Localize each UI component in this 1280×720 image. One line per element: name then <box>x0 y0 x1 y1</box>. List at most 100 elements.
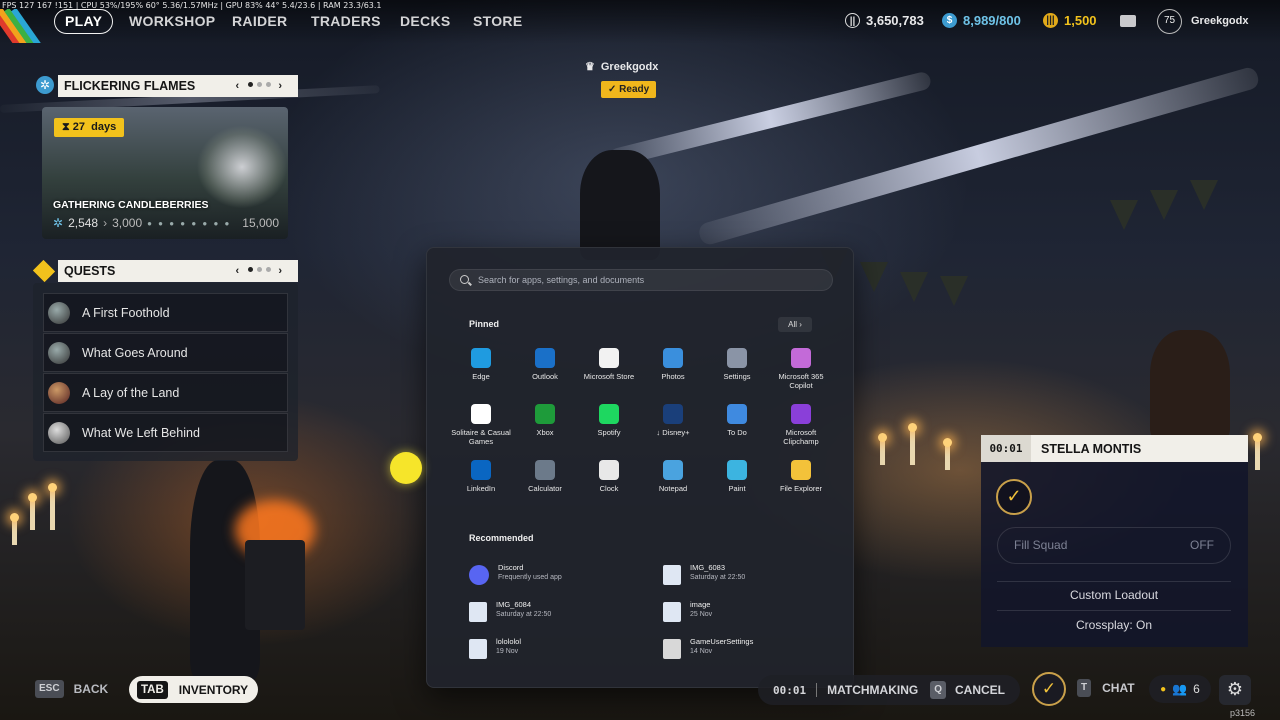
recommended-item[interactable]: IMG_6083 Saturday at 22:50 <box>663 563 745 585</box>
recommended-item[interactable]: IMG_6084 Saturday at 22:50 <box>469 600 551 622</box>
nav-raider-tab[interactable]: RAIDER <box>232 13 287 29</box>
event-card[interactable]: ⧗ 27 days GATHERING CANDLEBERRIES ✲ 2,54… <box>42 107 288 239</box>
ready-check-icon[interactable]: ✓ <box>1032 672 1066 706</box>
cancel-button[interactable]: CANCEL <box>955 683 1005 697</box>
party-member-name: ♛ Greekgodx <box>585 60 659 74</box>
pinned-app-clock[interactable]: Clock <box>577 460 641 493</box>
quest-item[interactable]: A Lay of the Land <box>43 373 288 412</box>
ready-check-icon: ✓ <box>996 479 1032 515</box>
fire-barrel <box>245 540 305 630</box>
image-file-icon <box>663 565 681 585</box>
folder-icon <box>791 460 811 480</box>
chat-button[interactable]: T CHAT <box>1077 679 1135 697</box>
performance-overlay: FPS 127 167 !151 | CPU 53%/195% 60° 5.36… <box>2 1 382 10</box>
custom-loadout-button[interactable]: Custom Loadout <box>997 588 1231 602</box>
esc-key: ESC <box>35 680 64 698</box>
quest-giver-avatar <box>48 301 70 324</box>
pinned-app-settings[interactable]: Settings <box>705 348 769 381</box>
player-name[interactable]: Greekgodx <box>1191 15 1248 27</box>
event-pager[interactable]: ‹ › <box>236 75 284 97</box>
nav-play-tab[interactable]: PLAY <box>54 9 114 34</box>
game-logo <box>0 9 44 43</box>
settings-gear-icon[interactable]: ⚙ <box>1219 675 1251 705</box>
windows-start-menu: Search for apps, settings, and documents… <box>426 247 854 688</box>
recommended-item[interactable]: image 25 Nov <box>663 600 712 622</box>
candleberry-icon: ✲ <box>53 216 64 230</box>
copilot-icon <box>791 348 811 368</box>
quests-pager[interactable]: ‹ › <box>236 260 284 282</box>
matchmaking-label: MATCHMAKING <box>827 683 919 697</box>
player-level-badge[interactable]: 75 <box>1157 9 1182 34</box>
search-icon <box>460 275 469 284</box>
recommended-item[interactable]: GameUserSettings 14 Nov <box>663 637 753 659</box>
coin-icon: || <box>845 13 860 28</box>
pinned-app-calculator[interactable]: Calculator <box>513 460 577 493</box>
candle <box>943 438 952 470</box>
recommended-item[interactable]: lolololol 19 Nov <box>469 637 521 659</box>
quest-item[interactable]: A First Foothold <box>43 293 288 332</box>
event-header: FLICKERING FLAMES ‹ › <box>58 75 298 97</box>
event-gear-icon: ✲ <box>36 76 54 94</box>
pinned-app-paint[interactable]: Paint <box>705 460 769 493</box>
matchmaking-timer: 00:01 <box>773 683 807 697</box>
quest-item[interactable]: What Goes Around <box>43 333 288 372</box>
all-apps-button[interactable]: All › <box>778 317 812 332</box>
build-id: p3156 <box>1230 708 1256 718</box>
crown-icon: ♛ <box>585 61 595 73</box>
ready-status-badge: ✓ Ready <box>601 81 657 98</box>
back-button[interactable]: ESC BACK <box>35 680 108 698</box>
squad-panel: 00:01 STELLA MONTIS ✓ Fill Squad OFF Cus… <box>981 435 1248 647</box>
store-icon <box>599 348 619 368</box>
pinned-app-clipchamp[interactable]: Microsoft Clipchamp <box>769 404 833 446</box>
clock-icon <box>599 460 619 480</box>
tab-key: TAB <box>137 680 168 699</box>
candle <box>1253 433 1262 470</box>
recommended-heading: Recommended <box>469 533 534 543</box>
xbox-icon <box>535 404 555 424</box>
nav-workshop-tab[interactable]: WORKSHOP <box>129 13 215 29</box>
inventory-button[interactable]: TAB INVENTORY <box>129 676 259 703</box>
pinned-app-todo[interactable]: To Do <box>705 404 769 437</box>
pinned-app-outlook[interactable]: Outlook <box>513 348 577 381</box>
pinned-app-linkedin[interactable]: LinkedIn <box>449 460 513 493</box>
t-key: T <box>1077 679 1092 697</box>
squad-header: 00:01 STELLA MONTIS <box>981 435 1248 462</box>
photos-icon <box>663 348 683 368</box>
recommended-item[interactable]: Discord Frequently used app <box>469 563 562 585</box>
nav-store-tab[interactable]: STORE <box>473 13 522 29</box>
pinned-app-copilot[interactable]: Microsoft 365 Copilot <box>769 348 833 390</box>
token-icon: $ <box>942 13 957 28</box>
top-navigation-bar: FPS 127 167 !151 | CPU 53%/195% 60° 5.36… <box>0 0 1280 44</box>
progress-dots: ● ● ● ● ● ● ● ● <box>147 218 232 228</box>
bunting-flag <box>900 272 928 302</box>
settings-icon <box>727 348 747 368</box>
image-file-icon <box>469 602 487 622</box>
pinned-app-xbox[interactable]: Xbox <box>513 404 577 437</box>
pinned-app-store[interactable]: Microsoft Store <box>577 348 641 381</box>
start-search-input[interactable]: Search for apps, settings, and documents <box>449 269 833 291</box>
pinned-app-edge[interactable]: Edge <box>449 348 513 381</box>
mail-icon[interactable] <box>1120 15 1136 27</box>
fill-squad-toggle[interactable]: Fill Squad OFF <box>997 527 1231 564</box>
pinned-app-spotify[interactable]: Spotify <box>577 404 641 437</box>
pinned-app-folder[interactable]: File Explorer <box>769 460 833 493</box>
crossplay-toggle[interactable]: Crossplay: On <box>997 618 1231 632</box>
disney-icon <box>663 404 683 424</box>
nav-decks-tab[interactable]: DECKS <box>400 13 451 29</box>
spotify-icon <box>599 404 619 424</box>
party-button[interactable]: ● 👥 6 <box>1149 675 1211 703</box>
nav-traders-tab[interactable]: TRADERS <box>311 13 381 29</box>
candle <box>878 433 887 465</box>
outlook-icon <box>535 348 555 368</box>
pinned-app-solitaire[interactable]: Solitaire & Casual Games <box>449 404 513 446</box>
queue-timer: 00:01 <box>981 435 1031 462</box>
quest-giver-avatar <box>48 381 70 404</box>
event-progress: ✲ 2,548 › 3,000 ● ● ● ● ● ● ● ● 15,000 <box>53 216 279 230</box>
linkedin-icon <box>471 460 491 480</box>
pinned-app-notepad[interactable]: Notepad <box>641 460 705 493</box>
friends-icon: 👥 <box>1172 682 1188 696</box>
pinned-app-disney[interactable]: ↓ Disney+ <box>641 404 705 437</box>
pinned-app-photos[interactable]: Photos <box>641 348 705 381</box>
quest-item[interactable]: What We Left Behind <box>43 413 288 452</box>
quests-header: QUESTS ‹ › <box>58 260 298 282</box>
